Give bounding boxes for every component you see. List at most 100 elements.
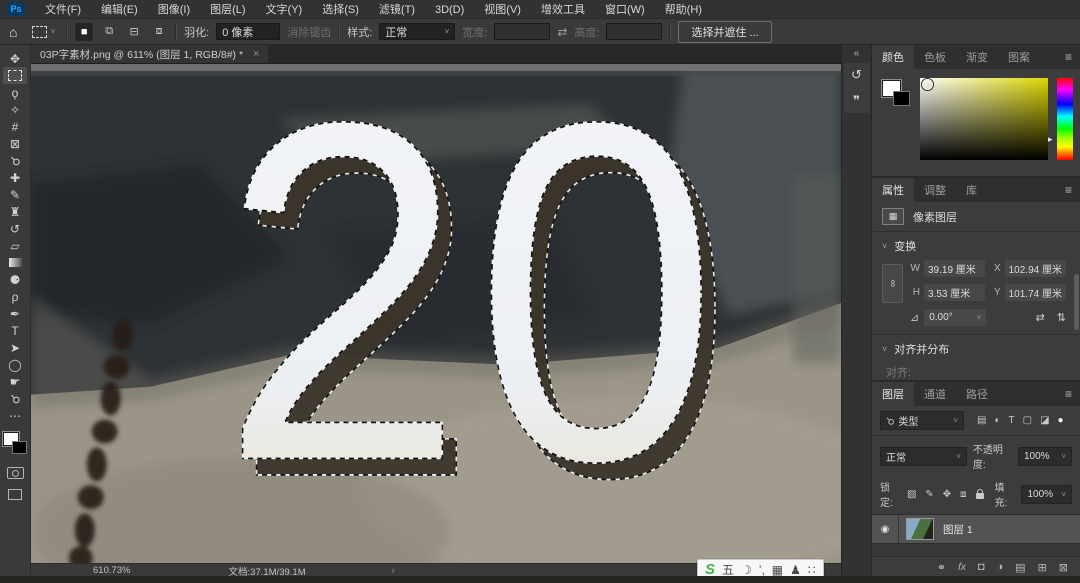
menu-item[interactable]: 视图(V) (474, 4, 531, 16)
status-chevron-icon[interactable]: › (392, 565, 395, 576)
layer-thumbnail[interactable] (906, 518, 934, 540)
zoom-tool[interactable]: ⚲ (3, 390, 27, 407)
brush-tool[interactable]: ✎ (3, 186, 27, 203)
tab-color[interactable]: 颜色 (872, 45, 914, 69)
tab-adjustments[interactable]: 调整 (914, 178, 956, 202)
pen-tool[interactable]: ✒ (3, 305, 27, 322)
history-brush-tool[interactable]: ↺ (3, 220, 27, 237)
flip-vertical-icon[interactable]: ⇅ (1057, 311, 1066, 324)
new-group-icon[interactable]: ▤ (1015, 561, 1025, 574)
photo-image[interactable]: 20 20 20 20 20 20 (31, 64, 841, 563)
layer-row-selected[interactable]: ◉ 图层 1 (872, 515, 1080, 544)
dodge-tool[interactable]: ρ (3, 288, 27, 305)
tab-paths[interactable]: 路径 (956, 382, 998, 406)
tab-channels[interactable]: 通道 (914, 382, 956, 406)
numerals-group[interactable]: 20 20 20 20 20 20 (221, 64, 742, 563)
current-tool-button[interactable]: ˅ (28, 24, 59, 40)
menu-item[interactable]: 文字(Y) (256, 4, 313, 16)
keyboard-icon[interactable]: ▦ (772, 564, 783, 576)
transform-section-header[interactable]: ˅ 变换 (872, 232, 1080, 257)
eraser-tool[interactable]: ▱ (3, 237, 27, 254)
more-tools[interactable]: ⋯ (3, 407, 27, 424)
filter-shape-layers-icon[interactable]: ▢ (1023, 415, 1032, 426)
document-tab[interactable]: 03P字素材.png @ 611% (图层 1, RGB/8#) * × (31, 45, 268, 63)
collapse-panels-icon[interactable]: « (854, 45, 860, 63)
toolbox-icon[interactable]: ♟ (790, 564, 801, 576)
scrollbar-thumb[interactable] (1074, 274, 1079, 330)
visibility-eye-icon[interactable]: ◉ (872, 515, 899, 543)
tab-gradients[interactable]: 渐变 (956, 45, 998, 69)
opacity-dropdown[interactable]: 100% ˅ (1018, 447, 1072, 466)
flip-horizontal-icon[interactable]: ⇄ (1036, 311, 1045, 324)
hue-slider[interactable]: ▸ (1057, 78, 1073, 160)
home-icon[interactable]: ⌂ (9, 24, 17, 40)
link-dimensions-icon[interactable]: ∞ (882, 264, 903, 303)
new-layer-icon[interactable]: ⊞ (1038, 561, 1047, 574)
field-input[interactable]: 102.94 厘米 (1005, 260, 1066, 277)
lasso-tool[interactable]: ϙ (3, 84, 27, 101)
move-tool[interactable]: ✥ (3, 50, 27, 67)
swap-dimensions-icon[interactable]: ⇄ (557, 25, 567, 39)
lock-artboard-icon[interactable]: ⧈ (960, 489, 966, 500)
delete-layer-icon[interactable]: ⊠ (1059, 561, 1068, 574)
filter-toggle-icon[interactable]: ● (1058, 415, 1064, 426)
quick-selection-tool[interactable]: ✧ (3, 101, 27, 118)
ellipse-tool[interactable]: ◯ (3, 356, 27, 373)
lock-all-icon[interactable] (976, 490, 984, 499)
tab-layers[interactable]: 图层 (872, 382, 914, 406)
filter-pixel-layers-icon[interactable]: ▤ (977, 415, 986, 426)
selection-marching-ants[interactable]: 20 20 (221, 64, 729, 561)
add-layer-mask-icon[interactable]: ◘ (978, 561, 985, 573)
menu-item[interactable]: 编辑(E) (91, 4, 148, 16)
lock-transparent-pixels-icon[interactable]: ▨ (907, 489, 916, 500)
intersect-selection-icon[interactable]: ⧈ (150, 23, 168, 41)
layer-name[interactable]: 图层 1 (943, 522, 973, 537)
style-dropdown[interactable]: 正常 ˅ (379, 23, 455, 40)
history-panel-icon[interactable]: ↺ (851, 67, 862, 83)
wubi-mode-label[interactable]: 五 (722, 564, 734, 576)
filter-type-dropdown[interactable]: ⚲ 类型 ˅ (880, 411, 964, 430)
lock-position-icon[interactable]: ✥ (943, 489, 951, 500)
menu-grid-icon[interactable]: ∷ (808, 564, 816, 576)
sogou-logo[interactable]: S (705, 562, 715, 577)
menu-item[interactable]: 帮助(H) (655, 4, 712, 16)
tab-swatches[interactable]: 色板 (914, 45, 956, 69)
night-mode-icon[interactable]: ☽ (741, 564, 752, 576)
crop-tool[interactable]: # (3, 118, 27, 135)
gradient-tool[interactable] (3, 254, 27, 271)
rectangular-marquee-tool[interactable] (3, 67, 27, 84)
healing-brush-tool[interactable]: ✚ (3, 169, 27, 186)
menu-item[interactable]: 文件(F) (35, 4, 91, 16)
saturation-brightness-field[interactable] (920, 78, 1048, 160)
close-icon[interactable]: × (253, 48, 259, 60)
anti-alias-checkbox[interactable]: 消除锯齿 (287, 24, 331, 40)
eyedropper-tool[interactable]: ⚲ (3, 152, 27, 169)
notes-panel-icon[interactable]: ❞ (853, 93, 860, 109)
hand-tool[interactable]: ☛ (3, 373, 27, 390)
path-selection-tool[interactable]: ➤ (3, 339, 27, 356)
subtract-from-selection-icon[interactable]: ⊟ (125, 23, 143, 41)
field-input[interactable]: 101.74 厘米 (1005, 284, 1066, 301)
panel-menu-icon[interactable]: ≡ (1057, 45, 1080, 69)
hue-bar[interactable] (1057, 78, 1073, 160)
new-selection-icon[interactable]: ■ (75, 23, 93, 41)
menu-item[interactable]: 窗口(W) (595, 4, 655, 16)
rotation-input[interactable]: 0.00° ˅ (924, 309, 986, 326)
fill-dropdown[interactable]: 100% ˅ (1021, 485, 1072, 504)
feather-input[interactable]: 0 像素 (216, 23, 280, 40)
menu-item[interactable]: 图像(I) (148, 4, 200, 16)
menu-item[interactable]: 增效工具 (531, 4, 595, 16)
lock-image-pixels-icon[interactable]: ✎ (925, 489, 933, 500)
menu-item[interactable]: 图层(L) (200, 4, 255, 16)
background-color-swatch[interactable] (12, 441, 27, 454)
quick-mask-button[interactable] (7, 467, 24, 479)
background-color-swatch[interactable] (893, 91, 910, 106)
panel-menu-icon[interactable]: ≡ (1057, 178, 1080, 202)
hue-slider-arrow[interactable]: ▸ (1048, 135, 1053, 144)
filter-type-layers-icon[interactable]: T (1009, 415, 1015, 426)
filter-adjustment-layers-icon[interactable]: ◐ (994, 415, 1000, 426)
blur-tool[interactable]: ⚈ (3, 271, 27, 288)
clone-stamp-tool[interactable]: ♜ (3, 203, 27, 220)
panel-menu-icon[interactable]: ≡ (1057, 382, 1080, 406)
frame-tool[interactable]: ⊠ (3, 135, 27, 152)
